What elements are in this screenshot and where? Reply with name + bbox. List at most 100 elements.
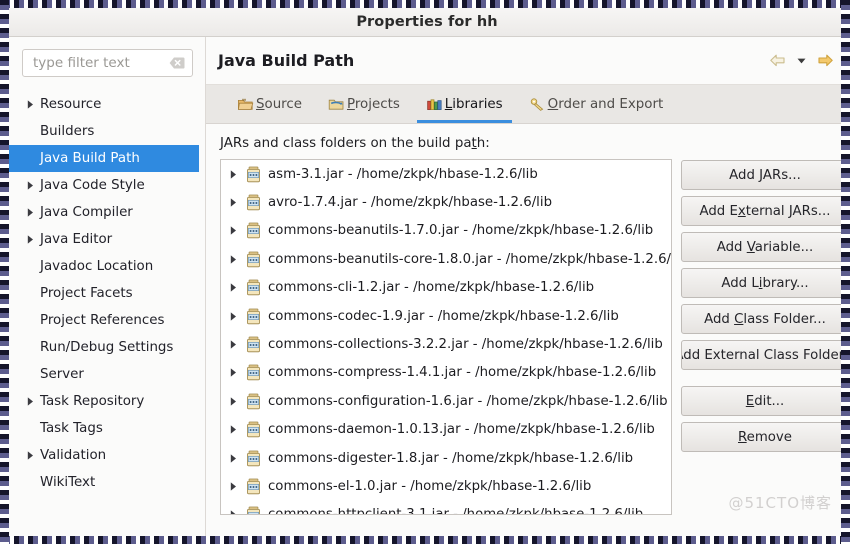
add-external-jars-button[interactable]: Add External JARs...: [681, 196, 846, 226]
content-header: Java Build Path: [206, 37, 846, 85]
sidebar-item-java-code-style[interactable]: Java Code Style: [8, 172, 205, 199]
jar-list-item[interactable]: commons-digester-1.8.jar - /home/zkpk/hb…: [221, 444, 671, 472]
jar-entry-label: commons-compress-1.4.1.jar - /home/zkpk/…: [268, 365, 657, 381]
sidebar-item-wikitext[interactable]: WikiText: [8, 469, 205, 496]
tab-libraries[interactable]: Libraries: [413, 85, 516, 123]
jar-list-item[interactable]: commons-beanutils-1.7.0.jar - /home/zkpk…: [221, 217, 671, 245]
sidebar-item-java-editor[interactable]: Java Editor: [8, 226, 205, 253]
expand-triangle-icon[interactable]: [229, 311, 244, 322]
jar-list-item[interactable]: commons-compress-1.4.1.jar - /home/zkpk/…: [221, 359, 671, 387]
expand-triangle-icon[interactable]: [22, 396, 38, 407]
expand-triangle-icon[interactable]: [229, 282, 244, 293]
expand-triangle-icon[interactable]: [229, 424, 244, 435]
expand-triangle-icon[interactable]: [229, 367, 244, 378]
sidebar-item-label: Java Code Style: [40, 178, 145, 193]
add-external-class-folder-button[interactable]: Add External Class Folder...: [681, 340, 846, 370]
sidebar-item-task-repository[interactable]: Task Repository: [8, 388, 205, 415]
clear-field-icon[interactable]: [169, 56, 185, 70]
capture-frame-bottom: [0, 536, 850, 544]
jar-file-icon: [244, 478, 263, 495]
expand-triangle-icon[interactable]: [22, 207, 38, 218]
expand-triangle-icon[interactable]: [229, 509, 244, 514]
build-path-tabs: Source Projects Libraries Order and Expo…: [206, 85, 846, 124]
jar-file-icon: [244, 364, 263, 381]
jar-listbox[interactable]: asm-3.1.jar - /home/zkpk/hbase-1.2.6/lib…: [220, 159, 672, 515]
jar-list-item[interactable]: commons-daemon-1.0.13.jar - /home/zkpk/h…: [221, 416, 671, 444]
remove-button[interactable]: Remove: [681, 422, 846, 452]
jar-file-icon: [244, 336, 263, 353]
forward-arrow-icon[interactable]: [817, 53, 834, 68]
tab-projects[interactable]: Projects: [315, 85, 413, 123]
source-folder-icon: [237, 97, 254, 112]
dialog-body: type filter text Resource Builders Java Bu…: [8, 37, 846, 536]
expand-triangle-icon[interactable]: [22, 234, 38, 245]
jar-file-icon: [244, 393, 263, 410]
jar-list-item[interactable]: commons-cli-1.2.jar - /home/zkpk/hbase-1…: [221, 274, 671, 302]
jar-file-icon: [244, 194, 263, 211]
jar-list-item[interactable]: commons-el-1.0.jar - /home/zkpk/hbase-1.…: [221, 472, 671, 500]
sidebar-item-label: Project References: [40, 313, 165, 328]
content-panel: Java Build Path Source Projects Librarie…: [206, 37, 846, 536]
jar-list-item[interactable]: commons-codec-1.9.jar - /home/zkpk/hbase…: [221, 302, 671, 330]
sidebar-item-label: Validation: [40, 448, 107, 463]
sidebar-item-label: Builders: [40, 124, 95, 139]
watermark: @51CTO博客: [728, 494, 832, 512]
chevron-down-icon[interactable]: [796, 55, 807, 66]
expand-triangle-icon[interactable]: [22, 180, 38, 191]
sidebar-item-label: Java Build Path: [40, 151, 140, 166]
expand-triangle-icon[interactable]: [229, 225, 244, 236]
jar-file-icon: [244, 251, 263, 268]
sidebar-item-validation[interactable]: Validation: [8, 442, 205, 469]
expand-triangle-icon[interactable]: [229, 197, 244, 208]
sidebar-item-run-debug-settings[interactable]: Run/Debug Settings: [8, 334, 205, 361]
jar-file-icon: [244, 308, 263, 325]
filter-input[interactable]: type filter text: [33, 55, 169, 71]
jar-file-icon: [244, 506, 263, 514]
jar-list-item[interactable]: commons-configuration-1.6.jar - /home/zk…: [221, 387, 671, 415]
sidebar-item-resource[interactable]: Resource: [8, 91, 205, 118]
expand-triangle-icon[interactable]: [229, 453, 244, 464]
page-title: Java Build Path: [218, 51, 355, 70]
expand-triangle-icon[interactable]: [22, 99, 38, 110]
jar-list-item[interactable]: commons-collections-3.2.2.jar - /home/zk…: [221, 330, 671, 358]
expand-triangle-icon[interactable]: [22, 450, 38, 461]
tab-label: Libraries: [444, 96, 503, 112]
sidebar-item-task-tags[interactable]: Task Tags: [8, 415, 205, 442]
tab-source[interactable]: Source: [224, 85, 315, 123]
tab-order-and-export[interactable]: Order and Export: [516, 85, 677, 123]
expand-triangle-icon[interactable]: [229, 169, 244, 180]
jar-list-item[interactable]: commons-beanutils-core-1.8.0.jar - /home…: [221, 245, 671, 273]
sidebar-item-server[interactable]: Server: [8, 361, 205, 388]
button-label: Add Library...: [721, 275, 809, 291]
back-arrow-icon[interactable]: [769, 53, 786, 68]
add-library-button[interactable]: Add Library...: [681, 268, 846, 298]
edit-button[interactable]: Edit...: [681, 386, 846, 416]
button-label: Add External JARs...: [699, 203, 831, 219]
tab-label: Projects: [347, 96, 400, 112]
jar-list-item[interactable]: commons-httpclient-3.1.jar - /home/zkpk/…: [221, 501, 671, 514]
sidebar-item-project-references[interactable]: Project References: [8, 307, 205, 334]
add-variable-button[interactable]: Add Variable...: [681, 232, 846, 262]
jar-file-icon: [244, 166, 263, 183]
jar-list-item[interactable]: avro-1.7.4.jar - /home/zkpk/hbase-1.2.6/…: [221, 188, 671, 216]
sidebar-item-project-facets[interactable]: Project Facets: [8, 280, 205, 307]
add-jars-button[interactable]: Add JARs...: [681, 160, 846, 190]
expand-triangle-icon[interactable]: [229, 254, 244, 265]
sidebar-item-builders[interactable]: Builders: [8, 118, 205, 145]
expand-triangle-icon[interactable]: [229, 339, 244, 350]
jar-file-icon: [244, 450, 263, 467]
sidebar-item-java-compiler[interactable]: Java Compiler: [8, 199, 205, 226]
filter-box[interactable]: type filter text: [22, 49, 193, 77]
expand-triangle-icon[interactable]: [229, 481, 244, 492]
jar-entry-label: avro-1.7.4.jar - /home/zkpk/hbase-1.2.6/…: [268, 195, 553, 211]
expand-triangle-icon[interactable]: [229, 396, 244, 407]
library-action-buttons: Add JARs... Add External JARs... Add Varia…: [681, 159, 846, 452]
nav-icon-group: [769, 53, 836, 68]
add-class-folder-button[interactable]: Add Class Folder...: [681, 304, 846, 334]
jar-list-item[interactable]: asm-3.1.jar - /home/zkpk/hbase-1.2.6/lib: [221, 160, 671, 188]
sidebar-item-java-build-path[interactable]: Java Build Path: [8, 145, 199, 172]
sidebar-item-label: Server: [40, 367, 84, 382]
jar-file-icon: [244, 421, 263, 438]
jar-file-icon: [244, 279, 263, 296]
sidebar-item-javadoc-location[interactable]: Javadoc Location: [8, 253, 205, 280]
